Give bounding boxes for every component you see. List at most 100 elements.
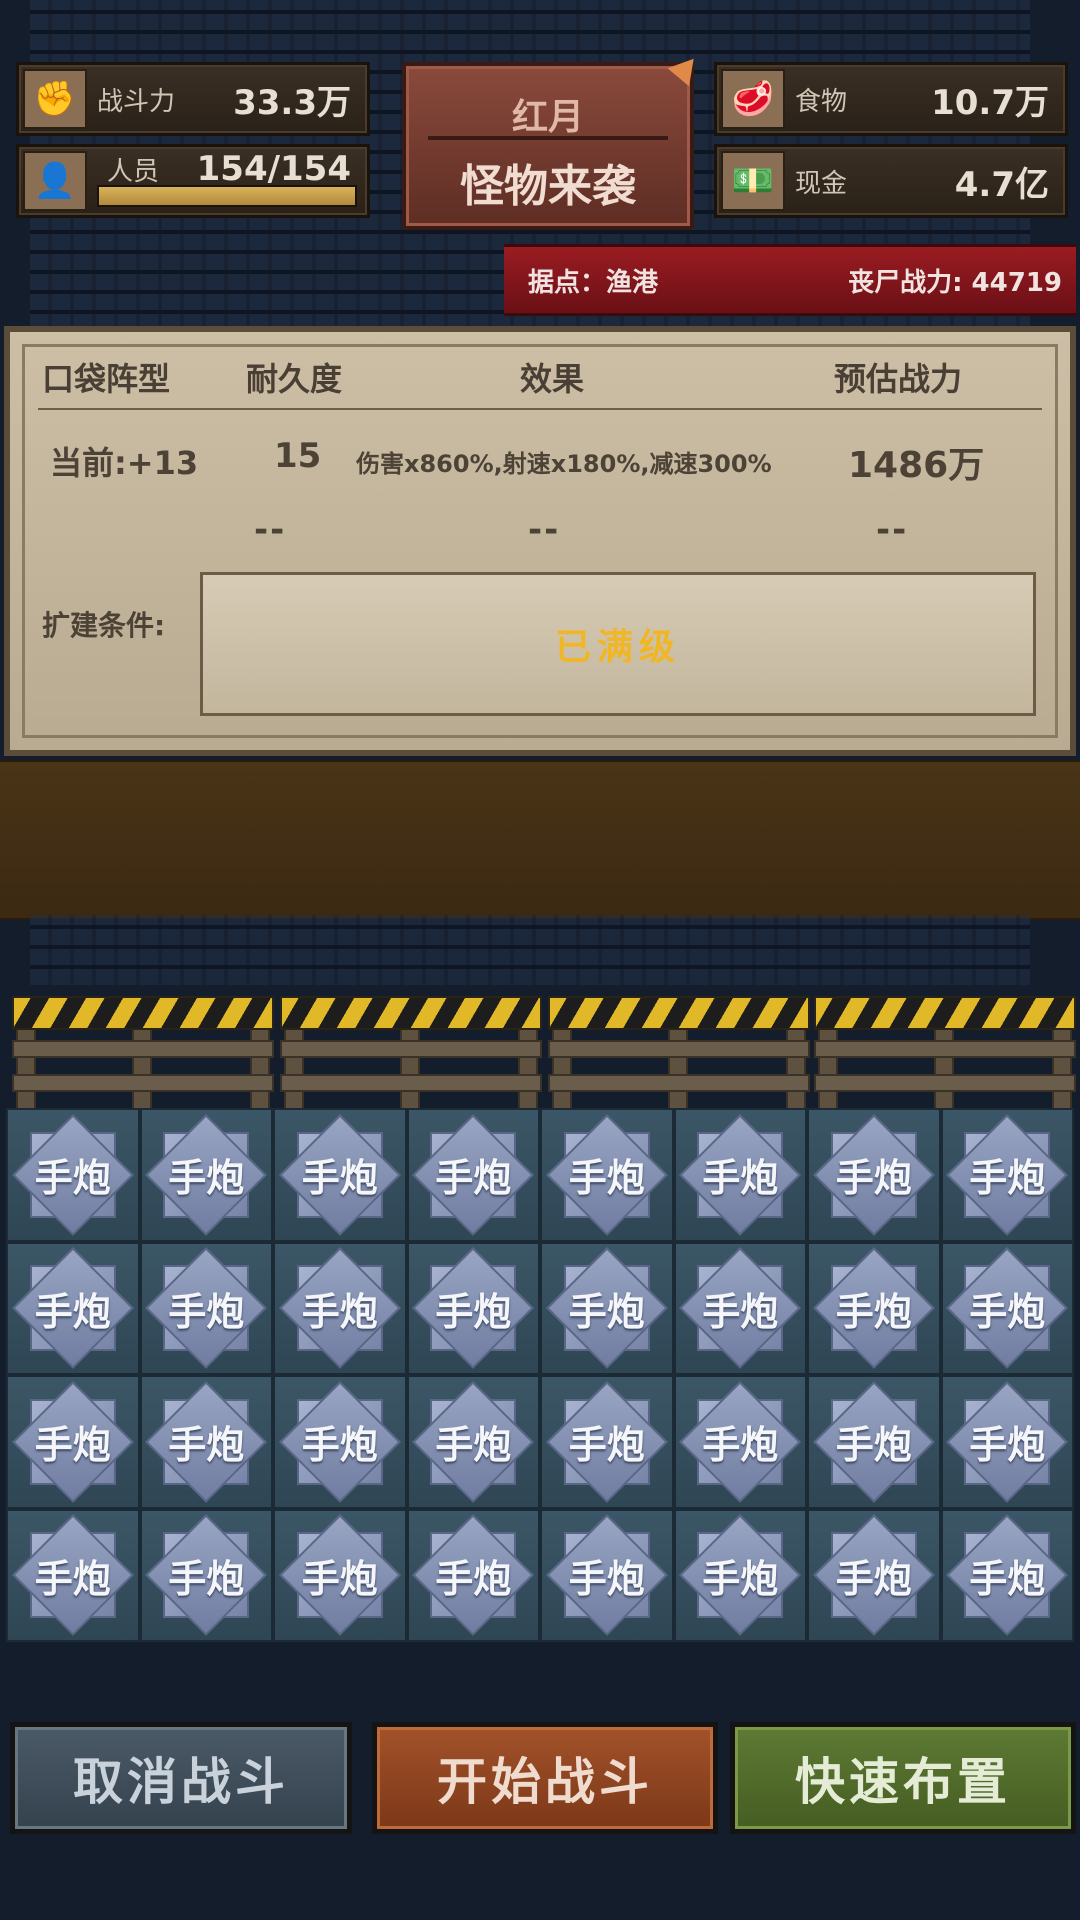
unit-label: 手炮: [969, 1156, 1046, 1201]
unit-label: 手炮: [301, 1156, 378, 1201]
grid-cell[interactable]: 手炮: [6, 1108, 140, 1242]
unit-label: 手炮: [969, 1423, 1046, 1468]
unit-label: 手炮: [34, 1556, 111, 1601]
grid-cell[interactable]: 手炮: [540, 1375, 674, 1509]
grid-cell[interactable]: 手炮: [807, 1375, 941, 1509]
unit-label: 手炮: [969, 1289, 1046, 1334]
header-durability: 耐久度: [246, 360, 343, 398]
unit-label: 手炮: [702, 1289, 779, 1334]
grid-cell[interactable]: 手炮: [540, 1508, 674, 1642]
unit-label: 手炮: [435, 1289, 512, 1334]
unit-label: 手炮: [435, 1423, 512, 1468]
combat-power-value: 33.3万: [233, 82, 351, 123]
unit-label: 手炮: [702, 1156, 779, 1201]
next-effect: --: [528, 510, 561, 550]
unit-label: 手炮: [301, 1289, 378, 1334]
grid-cell[interactable]: 手炮: [673, 1508, 807, 1642]
unit-label: 手炮: [168, 1556, 245, 1601]
grid-cell[interactable]: 手炮: [673, 1375, 807, 1509]
unit-label: 手炮: [702, 1556, 779, 1601]
barricade: [814, 996, 1076, 1110]
grid-cell[interactable]: 手炮: [406, 1508, 540, 1642]
unit-label: 手炮: [168, 1423, 245, 1468]
food-label: 食物: [795, 86, 848, 117]
grid-cell[interactable]: 手炮: [406, 1375, 540, 1509]
personnel-value: 154/154: [196, 149, 351, 189]
cash-box: 💵 现金 4.7亿: [714, 144, 1068, 218]
grid-cell[interactable]: 手炮: [273, 1508, 407, 1642]
grid-cell[interactable]: 手炮: [673, 1241, 807, 1375]
unit-label: 手炮: [34, 1423, 111, 1468]
grid-cell[interactable]: 手炮: [940, 1241, 1074, 1375]
unit-label: 手炮: [301, 1423, 378, 1468]
grid-cell[interactable]: 手炮: [6, 1241, 140, 1375]
personnel-bar: [97, 185, 357, 207]
header-effect: 效果: [520, 360, 585, 398]
dirt-band: [0, 760, 1080, 920]
grid-cell[interactable]: 手炮: [673, 1108, 807, 1242]
grid-cell[interactable]: 手炮: [940, 1508, 1074, 1642]
header-divider: [38, 408, 1042, 410]
barricade: [12, 996, 274, 1110]
grid-cell[interactable]: 手炮: [807, 1108, 941, 1242]
cash-label: 现金: [795, 168, 848, 199]
fist-icon: ✊: [23, 69, 87, 129]
unit-label: 手炮: [702, 1423, 779, 1468]
outpost-banner: 据点：渔港 丧尸战力: 44719: [504, 244, 1076, 316]
grid-cell[interactable]: 手炮: [6, 1508, 140, 1642]
unit-label: 手炮: [34, 1156, 111, 1201]
personnel-bar-fill: [99, 187, 355, 205]
unit-label: 手炮: [969, 1556, 1046, 1601]
grid-cell[interactable]: 手炮: [273, 1108, 407, 1242]
grid-cell[interactable]: 手炮: [273, 1375, 407, 1509]
event-subtitle: 怪物来袭: [460, 161, 636, 212]
unit-label: 手炮: [835, 1289, 912, 1334]
unit-label: 手炮: [835, 1423, 912, 1468]
grid-cell[interactable]: 手炮: [807, 1508, 941, 1642]
current-durability: 15: [274, 436, 322, 476]
event-title: 红月: [511, 97, 584, 138]
unit-label: 手炮: [568, 1289, 645, 1334]
start-battle-button[interactable]: 开始战斗: [372, 1722, 718, 1834]
next-durability: --: [254, 510, 287, 550]
outpost-name: 据点：渔港: [528, 267, 659, 298]
person-icon: 👤: [23, 151, 87, 211]
grid-cell[interactable]: 手炮: [540, 1108, 674, 1242]
food-value: 10.7万: [931, 82, 1049, 123]
current-level: 当前:+13: [50, 444, 199, 482]
cash-icon: 💵: [721, 151, 785, 211]
grid-cell[interactable]: 手炮: [273, 1241, 407, 1375]
grid-cell[interactable]: 手炮: [940, 1108, 1074, 1242]
barricade: [280, 996, 542, 1110]
barricade: [548, 996, 810, 1110]
grid-cell[interactable]: 手炮: [807, 1241, 941, 1375]
next-power: --: [876, 510, 909, 550]
quick-deploy-button[interactable]: 快速布置: [730, 1722, 1076, 1834]
unit-label: 手炮: [435, 1156, 512, 1201]
grid-cell[interactable]: 手炮: [139, 1241, 273, 1375]
personnel-box: 👤 人员 154/154: [16, 144, 370, 218]
cancel-battle-button[interactable]: 取消战斗: [10, 1722, 352, 1834]
unit-label: 手炮: [568, 1156, 645, 1201]
grid-cell[interactable]: 手炮: [940, 1375, 1074, 1509]
zombie-power: 丧尸战力: 44719: [848, 267, 1062, 298]
grid-cell[interactable]: 手炮: [406, 1108, 540, 1242]
unit-label: 手炮: [301, 1556, 378, 1601]
personnel-label: 人员: [107, 157, 160, 187]
grid-cell[interactable]: 手炮: [139, 1375, 273, 1509]
expand-condition-box: 已满级: [200, 572, 1036, 716]
formation-grid: 手炮 手炮 手炮 手炮 手炮 手炮 手炮 手炮 手炮 手炮 手炮 手炮 手炮 手炮 手炮 手炮 手炮 手炮 手炮 手炮…: [6, 1108, 1074, 1642]
grid-cell[interactable]: 手炮: [139, 1508, 273, 1642]
event-divider: [428, 136, 668, 140]
red-moon-event-banner[interactable]: 红月 怪物来袭: [402, 49, 705, 230]
formation-info-panel: 口袋阵型 耐久度 效果 预估战力 当前:+13 15 伤害x860%,射速x18…: [4, 326, 1076, 756]
meat-icon: 🥩: [721, 69, 785, 129]
cash-value: 4.7亿: [954, 164, 1049, 205]
grid-cell[interactable]: 手炮: [139, 1108, 273, 1242]
grid-cell[interactable]: 手炮: [6, 1375, 140, 1509]
unit-label: 手炮: [835, 1556, 912, 1601]
grid-cell[interactable]: 手炮: [540, 1241, 674, 1375]
food-box: 🥩 食物 10.7万: [714, 62, 1068, 136]
grid-cell[interactable]: 手炮: [406, 1241, 540, 1375]
unit-label: 手炮: [568, 1423, 645, 1468]
